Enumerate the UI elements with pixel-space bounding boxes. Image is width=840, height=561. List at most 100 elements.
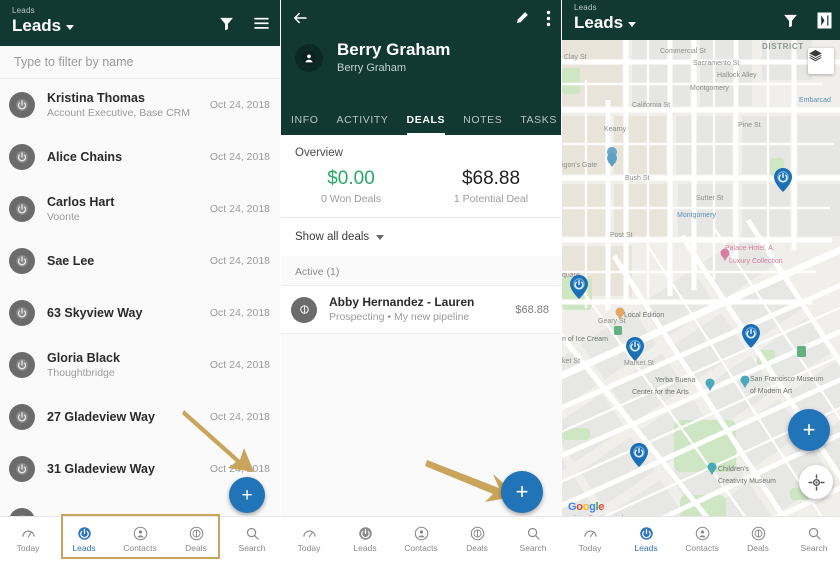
nav-item-leads[interactable]: Leads <box>56 526 112 553</box>
map-label: Clay St <box>564 54 587 61</box>
list-icon[interactable] <box>253 16 270 31</box>
nav-item-leads[interactable]: Leads <box>618 526 674 553</box>
nav-item-deals[interactable]: Deals <box>168 526 224 553</box>
page-title: Berry Graham <box>337 40 451 59</box>
nav-label: Leads <box>72 542 96 553</box>
avatar <box>9 196 35 222</box>
list-item[interactable]: Carlos Hart Voonte Oct 24, 2018 <box>0 183 280 235</box>
avatar <box>9 352 35 378</box>
detail-tabs: INFO ACTIVITY DEALS NOTES TASKS DO <box>281 105 561 135</box>
contacts-icon <box>133 526 148 541</box>
page-subtitle: Berry Graham <box>337 62 407 74</box>
lead-name: Kristina Thomas <box>47 90 145 105</box>
add-lead-fab[interactable]: + <box>229 477 265 513</box>
tab-deals[interactable]: DEALS <box>406 105 446 135</box>
nav-item-deals[interactable]: Deals <box>449 526 505 553</box>
map-label: Geary St <box>598 318 626 325</box>
map-label: San Francisco Museum <box>750 376 824 383</box>
list-item[interactable]: Alice Chains Oct 24, 2018 <box>0 131 280 183</box>
bottom-navigation: Today Leads Contacts Deals Search <box>0 516 280 561</box>
leads-appbar: Leads Leads <box>0 0 280 46</box>
my-location-button[interactable] <box>799 465 833 499</box>
map-lead-pin[interactable] <box>774 168 792 192</box>
list-item[interactable]: Sae Lee Oct 24, 2018 <box>0 235 280 287</box>
search-input[interactable]: Type to filter by name <box>0 46 280 79</box>
avatar <box>9 456 35 482</box>
stat-won-deals: $0.00 0 Won Deals <box>281 167 421 205</box>
map-label: Kearny <box>604 126 627 133</box>
nav-item-leads[interactable]: Leads <box>337 526 393 553</box>
deal-list-item[interactable]: Abby Hernandez - Lauren Prospecting • My… <box>281 285 561 334</box>
nav-item-today[interactable]: Today <box>562 526 618 553</box>
nav-item-today[interactable]: Today <box>281 526 337 553</box>
nav-item-search[interactable]: Search <box>505 526 561 553</box>
nav-label: Today <box>578 542 602 553</box>
leads-icon <box>639 526 654 541</box>
avatar <box>9 92 35 118</box>
lead-date: Oct 24, 2018 <box>209 151 270 163</box>
nav-label: Contacts <box>685 542 719 553</box>
map-lead-pin[interactable] <box>630 443 648 467</box>
map-label: Bush St <box>625 175 650 182</box>
lead-date: Oct 24, 2018 <box>209 203 270 215</box>
three-panel-screenshot: Leads Leads Type to filter by name Krist… <box>0 0 840 561</box>
nav-item-deals[interactable]: Deals <box>730 526 786 553</box>
map-label: igon's Gate <box>562 162 598 169</box>
nav-item-today[interactable]: Today <box>0 526 56 553</box>
list-item[interactable]: 63 Skyview Way Oct 24, 2018 <box>0 287 280 339</box>
stat-value: $0.00 <box>327 168 375 189</box>
map-lead-pin[interactable] <box>570 275 588 299</box>
chevron-down-icon <box>66 25 75 30</box>
nav-item-contacts[interactable]: Contacts <box>674 526 730 553</box>
nav-label: Today <box>16 542 40 553</box>
map-label: Creativity Museum <box>718 478 776 485</box>
map-layers-button[interactable] <box>808 48 834 74</box>
map-label: Sacramento St <box>693 60 740 67</box>
lead-subtitle: Account Executive, Base CRM <box>47 106 190 119</box>
overview-card: Overview $0.00 0 Won Deals $68.88 1 Pote… <box>281 135 561 256</box>
nav-item-search[interactable]: Search <box>224 526 280 553</box>
leads-icon <box>358 526 373 541</box>
nav-label: Search <box>238 542 266 553</box>
map-label: Market St <box>624 360 654 367</box>
show-all-deals-dropdown[interactable]: Show all deals <box>281 218 561 256</box>
add-deal-fab[interactable]: + <box>501 471 543 513</box>
back-arrow-icon[interactable] <box>291 9 309 27</box>
nav-item-search[interactable]: Search <box>786 526 840 553</box>
stat-label: 0 Won Deals <box>321 193 381 205</box>
lead-name: Carlos Hart <box>47 194 115 209</box>
nav-label: Deals <box>185 542 207 553</box>
appbar-title-text: Leads <box>12 16 62 35</box>
active-deals-header: Active (1) <box>281 256 561 285</box>
map-toggle-icon[interactable] <box>817 12 832 29</box>
plus-icon: + <box>241 484 253 506</box>
lead-name: 63 Skyview Way <box>47 305 143 320</box>
list-item[interactable]: Kristina Thomas Account Executive, Base … <box>0 79 280 131</box>
tab-notes[interactable]: NOTES <box>463 105 502 135</box>
detail-person: Berry Graham Berry Graham <box>281 40 561 75</box>
avatar <box>291 296 317 323</box>
plus-icon: + <box>802 417 816 442</box>
overview-stats: $0.00 0 Won Deals $68.88 1 Potential Dea… <box>281 167 561 217</box>
nav-label: Deals <box>747 542 769 553</box>
lead-name: Gloria Black <box>47 350 120 365</box>
list-item[interactable]: Gloria Black Thoughtbridge Oct 24, 2018 <box>0 339 280 391</box>
search-icon <box>807 526 822 541</box>
map-label: Embarcad <box>799 97 831 104</box>
nav-item-contacts[interactable]: Contacts <box>393 526 449 553</box>
overflow-menu-icon[interactable] <box>546 10 551 27</box>
map-lead-pin[interactable] <box>742 324 760 348</box>
nav-label: Contacts <box>404 542 438 553</box>
avatar <box>9 404 35 430</box>
filter-icon[interactable] <box>218 15 235 32</box>
filter-icon[interactable] <box>782 12 799 29</box>
tab-info[interactable]: INFO <box>291 105 318 135</box>
tab-tasks[interactable]: TASKS <box>520 105 557 135</box>
bottom-navigation: Today Leads Contacts Deals Search <box>562 516 840 561</box>
map-lead-pin[interactable] <box>626 337 644 361</box>
lead-date: Oct 24, 2018 <box>209 307 270 319</box>
nav-item-contacts[interactable]: Contacts <box>112 526 168 553</box>
add-lead-fab[interactable]: + <box>788 409 830 451</box>
pencil-icon[interactable] <box>514 10 530 26</box>
tab-activity[interactable]: ACTIVITY <box>336 105 388 135</box>
